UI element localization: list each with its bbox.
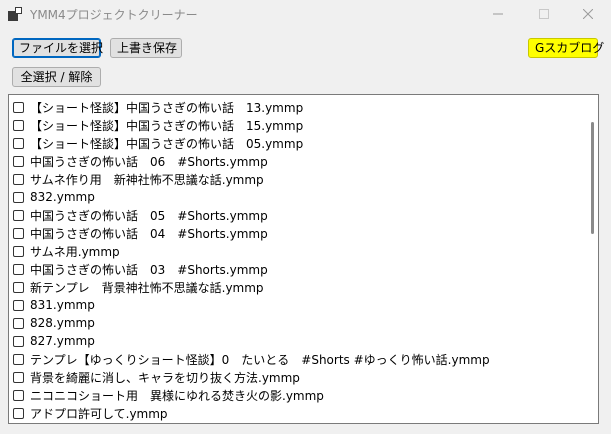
file-list-item[interactable]: 【ショート怪談】中国うさぎの怖い話 15.ymmp [13, 116, 303, 134]
file-name-label: サムネ用.ymmp [30, 244, 120, 259]
file-list-item[interactable]: 831.ymmp [13, 296, 95, 314]
file-checkbox[interactable] [13, 263, 24, 275]
file-name-label: 中国うさぎの怖い話 04 #Shorts.ymmp [30, 226, 268, 241]
file-list-item[interactable]: 【ショート怪談】中国うさぎの怖い話 05.ymmp [13, 134, 303, 152]
file-checkbox[interactable] [13, 191, 24, 203]
file-list-item[interactable]: 【ショート怪談】中国うさぎの怖い話 13.ymmp [13, 98, 303, 116]
file-list-item[interactable]: 中国うさぎの怖い話 05 #Shorts.ymmp [13, 206, 268, 224]
file-checkbox[interactable] [13, 137, 24, 149]
select-file-button[interactable]: ファイルを選択 [12, 38, 103, 58]
file-checkbox[interactable] [13, 173, 24, 185]
file-checkbox[interactable] [13, 281, 24, 293]
file-list-item[interactable]: サムネ作り用 新神社怖不思議な話.ymmp [13, 170, 264, 188]
file-checkbox[interactable] [13, 245, 24, 257]
minimize-icon [493, 13, 503, 15]
select-all-toggle-button[interactable]: 全選択 / 解除 [12, 67, 101, 87]
file-checkbox[interactable] [13, 317, 24, 329]
maximize-button[interactable] [521, 0, 567, 28]
file-checkbox[interactable] [13, 353, 24, 365]
file-checkbox[interactable] [13, 227, 24, 239]
file-list-item[interactable]: 中国うさぎの怖い話 03 #Shorts.ymmp [13, 260, 268, 278]
maximize-icon [539, 9, 549, 19]
file-name-label: 【ショート怪談】中国うさぎの怖い話 15.ymmp [30, 118, 304, 133]
minimize-button[interactable] [475, 0, 521, 28]
file-list-item[interactable]: 828.ymmp [13, 314, 95, 332]
app-icon [8, 7, 22, 21]
file-checkbox[interactable] [13, 101, 24, 113]
file-name-label: サムネ作り用 新神社怖不思議な話.ymmp [30, 172, 264, 187]
file-name-label: 828.ymmp [30, 316, 95, 330]
file-name-label: アドプロ許可して.ymmp [30, 406, 168, 421]
file-list-item[interactable]: テンプレ【ゆっくりショート怪談】0 たいとる #Shorts #ゆっくり怖い話.… [13, 350, 490, 368]
file-checkbox[interactable] [13, 389, 24, 401]
scrollbar-thumb[interactable] [591, 122, 594, 234]
file-list-item[interactable]: 新テンプレ 背景神社怖不思議な話.ymmp [13, 278, 264, 296]
file-checkbox[interactable] [13, 371, 24, 383]
file-name-label: 背景を綺麗に消し、キャラを切り抜く方法.ymmp [30, 370, 300, 385]
file-list-item[interactable]: 832.ymmp [13, 188, 95, 206]
file-checkbox[interactable] [13, 299, 24, 311]
file-checklist[interactable]: 【ショート怪談】中国うさぎの怖い話 13.ymmp 【ショート怪談】中国うさぎの怖… [8, 94, 599, 424]
file-list-item[interactable]: 背景を綺麗に消し、キャラを切り抜く方法.ymmp [13, 368, 300, 386]
file-name-label: ニコニコショート用 異様にゆれる焚き火の影.ymmp [30, 388, 324, 403]
file-name-label: 832.ymmp [30, 190, 95, 204]
window-title: YMM4プロジェクトクリーナー [30, 8, 198, 22]
file-name-label: テンプレ【ゆっくりショート怪談】0 たいとる #Shorts #ゆっくり怖い話.… [30, 352, 490, 367]
file-list-item[interactable]: アドプロ許可して.ymmp [13, 404, 168, 422]
file-name-label: 中国うさぎの怖い話 06 #Shorts.ymmp [30, 154, 268, 169]
file-checkbox[interactable] [13, 335, 24, 347]
file-list-item[interactable]: 中国うさぎの怖い話 06 #Shorts.ymmp [13, 152, 268, 170]
file-list-item[interactable]: 中国うさぎの怖い話 04 #Shorts.ymmp [13, 224, 268, 242]
file-checkbox[interactable] [13, 155, 24, 167]
file-list-item[interactable]: サムネ用.ymmp [13, 242, 120, 260]
file-name-label: 831.ymmp [30, 298, 95, 312]
file-name-label: 新テンプレ 背景神社怖不思議な話.ymmp [30, 280, 264, 295]
file-name-label: 【ショート怪談】中国うさぎの怖い話 13.ymmp [30, 100, 304, 115]
file-list-item[interactable]: ニコニコショート用 異様にゆれる焚き火の影.ymmp [13, 386, 324, 404]
close-button[interactable] [565, 0, 611, 28]
scrollbar[interactable] [587, 96, 597, 422]
overwrite-save-button[interactable]: 上書き保存 [110, 38, 182, 58]
file-checkbox[interactable] [13, 119, 24, 131]
file-checkbox[interactable] [13, 209, 24, 221]
blog-link-button[interactable]: Gスカブログ [528, 38, 604, 58]
title-bar: YMM4プロジェクトクリーナー [0, 0, 611, 28]
file-name-label: 827.ymmp [30, 334, 95, 348]
file-name-label: 【ショート怪談】中国うさぎの怖い話 05.ymmp [30, 136, 304, 151]
file-checkbox[interactable] [13, 407, 24, 419]
close-icon [583, 9, 593, 19]
file-name-label: 中国うさぎの怖い話 03 #Shorts.ymmp [30, 262, 268, 277]
file-list-item[interactable]: 827.ymmp [13, 332, 95, 350]
file-name-label: 中国うさぎの怖い話 05 #Shorts.ymmp [30, 208, 268, 223]
